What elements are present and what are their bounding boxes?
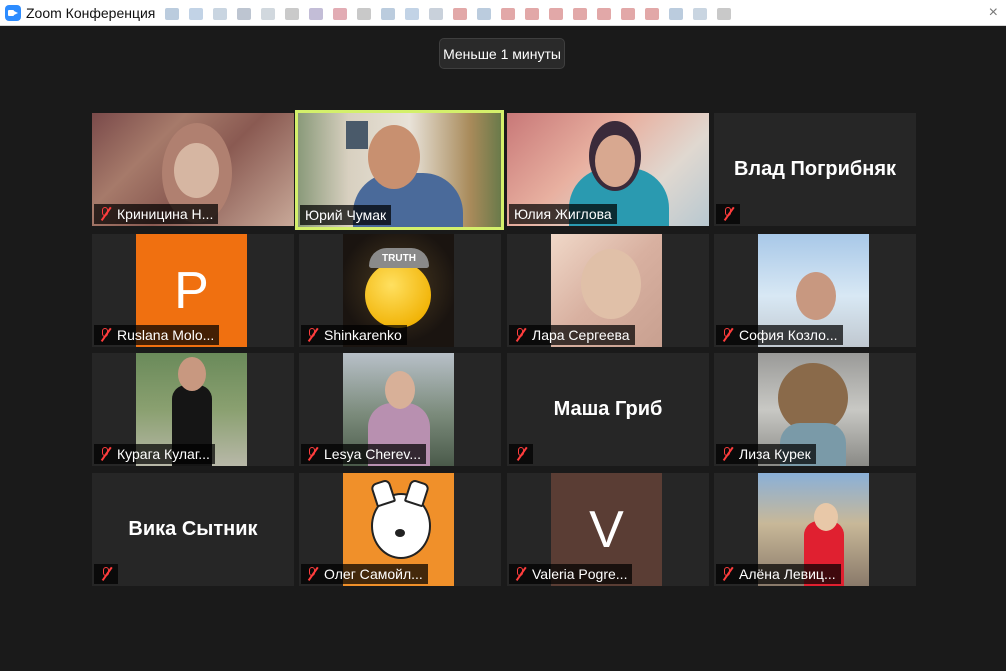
muted-mic-icon [97,206,113,222]
participant-tile[interactable]: V Valeria Pogre... [507,473,709,586]
participant-name-bar: Лиза Курек [716,444,816,464]
participant-name: Лара Сергеева [532,327,630,343]
minimize-icon[interactable]: × [989,4,998,22]
muted-mic-icon [719,446,735,462]
participant-name: София Козло... [739,327,838,343]
zoom-app-icon [5,4,21,21]
cartoon-dog-nose [395,529,405,537]
participant-tile[interactable]: Олег Самойл... [299,473,501,586]
muted-mic-icon [513,446,529,462]
participant-name-bar [509,444,533,464]
muted-mic-icon [304,327,320,343]
person-face [174,143,219,198]
participant-display-name: Влад Погрибняк [733,158,897,180]
person-face [178,357,206,391]
window-title-bar: Zoom Конференция × [0,0,1006,26]
participant-tile[interactable]: Лара Сергеева [507,234,709,347]
participant-tile[interactable]: Криницина Н... [92,113,294,226]
person-face [368,125,420,189]
wall-picture [346,121,368,149]
participant-name-bar: Лара Сергеева [509,325,635,345]
participant-name-bar: Олег Самойл... [301,564,428,584]
participant-name: Lesya Cherev... [324,446,422,462]
participant-name-bar [716,204,740,224]
participant-name: Курага Кулаг... [117,446,210,462]
participant-tile-active-speaker[interactable]: Юрий Чумак [295,110,504,230]
participant-name-bar: Юрий Чумак [300,205,392,225]
meeting-timer: Меньше 1 минуты [439,38,565,69]
participant-tile[interactable]: Курага Кулаг... [92,353,294,466]
participant-name-bar: Курага Кулаг... [94,444,215,464]
participant-tile[interactable]: Lesya Cherev... [299,353,501,466]
background-taskbar-icons [165,8,895,22]
participant-name: Олег Самойл... [324,566,423,582]
participant-tile[interactable]: София Козло... [714,234,916,347]
participant-name: Valeria Pogre... [532,566,628,582]
participant-name-bar: Криницина Н... [94,204,219,224]
muted-mic-icon [304,446,320,462]
participant-name: Ruslana Molo... [117,327,215,343]
muted-mic-icon [512,566,528,582]
person-face [796,272,836,320]
cap-label: TRUTH [369,248,429,268]
muted-mic-icon [304,566,320,582]
participant-name: Shinkarenko [324,327,402,343]
participant-display-name: Маша Гриб [553,398,663,420]
participant-name: Алёна Левиц... [739,566,836,582]
person-face [385,371,415,409]
participant-tile[interactable]: Лиза Курек [714,353,916,466]
muted-mic-icon [512,327,528,343]
participant-name-bar: Shinkarenko [301,325,407,345]
muted-mic-icon [98,566,114,582]
participant-name-bar: Юлия Жиглова [509,204,617,224]
window-title: Zoom Конференция [26,4,156,21]
participant-name-bar [94,564,118,584]
participant-name-bar: Алёна Левиц... [716,564,841,584]
participant-tile[interactable]: P Ruslana Molo... [92,234,294,347]
participant-name: Юлия Жиглова [514,206,612,222]
smiley-emoji [365,262,431,328]
participant-tile[interactable]: Юлия Жиглова [507,113,709,226]
participant-name-bar: Ruslana Molo... [94,325,220,345]
muted-mic-icon [97,327,113,343]
muted-mic-icon [719,566,735,582]
person-face [595,135,635,187]
participant-tile[interactable]: Вика Сытник [92,473,294,586]
muted-mic-icon [720,206,736,222]
participant-name: Лиза Курек [739,446,811,462]
participant-name-bar: София Козло... [716,325,843,345]
participant-tile[interactable]: TRUTH Shinkarenko [299,234,501,347]
participant-tile[interactable]: Маша Гриб [507,353,709,466]
muted-mic-icon [719,327,735,343]
person-face [581,249,641,319]
participant-name-bar: Valeria Pogre... [509,564,633,584]
participant-tile[interactable]: Алёна Левиц... [714,473,916,586]
participant-display-name: Вика Сытник [128,518,258,540]
muted-mic-icon [97,446,113,462]
person-face [814,503,838,531]
participant-tile[interactable]: Влад Погрибняк [714,113,916,226]
participant-name: Криницина Н... [117,206,214,222]
participant-name: Юрий Чумак [305,207,387,223]
participant-name-bar: Lesya Cherev... [301,444,427,464]
